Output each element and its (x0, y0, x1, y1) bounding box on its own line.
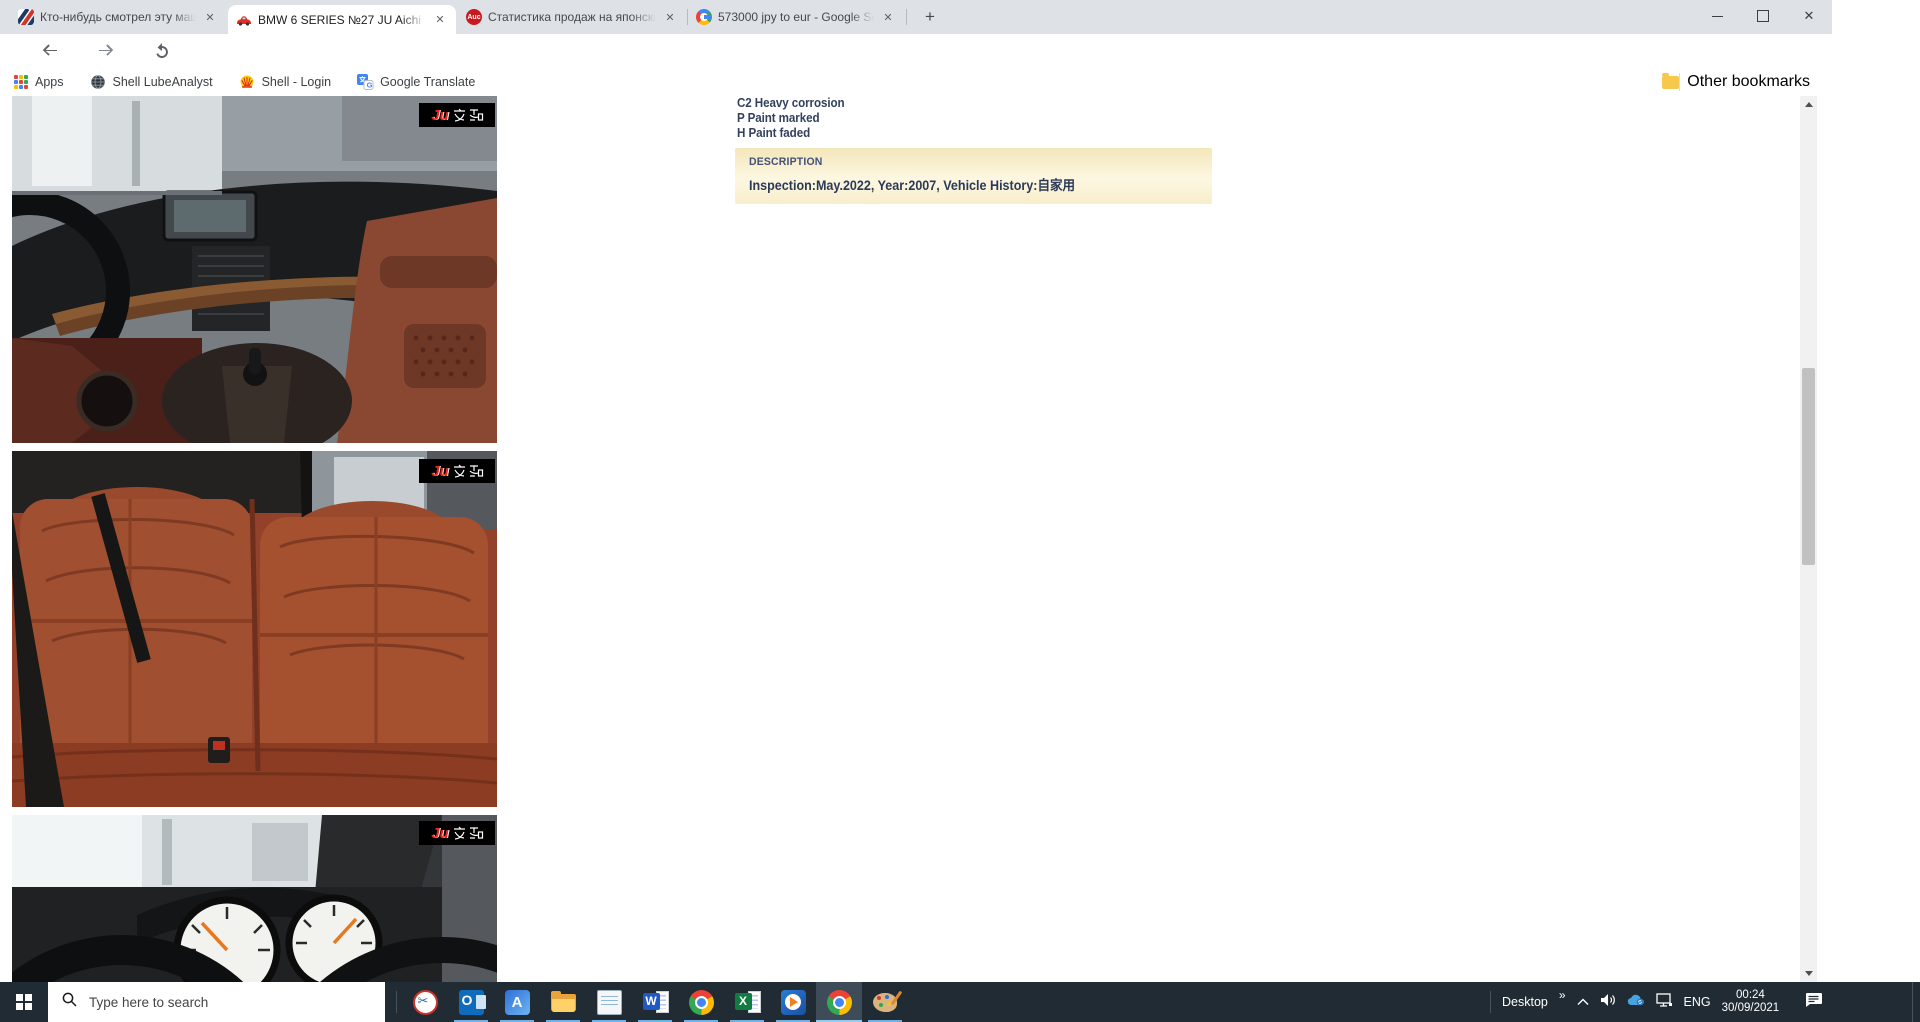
condition-line: C2 Heavy corrosion (737, 96, 845, 111)
tab-google-search[interactable]: 573000 jpy to eur - Google Search ✕ (688, 0, 904, 34)
bookmark-shell-login[interactable]: Shell - Login (239, 74, 332, 90)
back-icon[interactable] (38, 39, 62, 63)
bookmark-google-translate[interactable]: G Google Translate (357, 74, 475, 90)
network-icon[interactable] (1656, 993, 1673, 1012)
scroll-up-icon[interactable] (1800, 96, 1817, 113)
volume-icon[interactable] (1600, 993, 1616, 1012)
show-desktop-sliver[interactable] (1912, 982, 1913, 1022)
tab-strip: Кто-нибудь смотрел эту машин ✕ BMW 6 SER… (0, 0, 1832, 34)
hidden-icons-chevron-icon[interactable] (1577, 993, 1589, 1011)
auction-favicon-icon: Auc (466, 9, 482, 25)
condition-notes: C2 Heavy corrosion P Paint marked H Pain… (737, 96, 845, 141)
tab-close-icon[interactable]: ✕ (432, 12, 448, 28)
taskbar-search-input[interactable] (87, 994, 361, 1011)
description-text: Inspection:May.2022, Year:2007, Vehicle … (749, 174, 1075, 194)
reload-icon[interactable] (150, 39, 174, 63)
page-content: Ju (0, 96, 1832, 982)
tab-close-icon[interactable]: ✕ (202, 9, 218, 25)
new-tab-button[interactable]: + (918, 5, 942, 29)
car-photo-rear-seats[interactable]: Ju (12, 451, 497, 807)
taskbar-separator (396, 991, 397, 1013)
description-label: DESCRIPTION (749, 156, 823, 168)
condition-line: H Paint faded (737, 126, 845, 141)
ju-aichi-watermark: Ju (419, 459, 495, 483)
taskbar-excel-icon[interactable]: X (724, 982, 770, 1022)
language-indicator[interactable]: ENG (1684, 995, 1711, 1009)
tab-title: 573000 jpy to eur - Google Search (718, 10, 874, 24)
windows-logo-icon (16, 994, 32, 1010)
bookmark-shell-lubeanalyst[interactable]: Shell LubeAnalyst (90, 74, 213, 90)
page-scrollbar[interactable] (1800, 96, 1817, 982)
taskbar-snipping-tool-icon[interactable] (402, 982, 448, 1022)
car-photo-dashboard[interactable]: Ju (12, 96, 497, 443)
taskbar-chrome-active-icon[interactable] (816, 982, 862, 1022)
apps-grid-icon (14, 75, 28, 89)
tab-bmw-auction[interactable]: BMW 6 SERIES №27 JU Aichi ✕ (228, 5, 456, 34)
drive2-favicon-icon (18, 9, 34, 25)
taskbar-chrome-icon[interactable] (678, 982, 724, 1022)
taskbar-media-player-icon[interactable] (770, 982, 816, 1022)
toolbar-overflow-icon[interactable]: » (1559, 988, 1566, 1002)
ju-aichi-watermark: Ju (419, 821, 495, 845)
start-button[interactable] (0, 982, 48, 1022)
red-car-favicon-icon (236, 12, 252, 28)
browser-toolbar: Not secure bids.b-pro.ca/st-fo6haXk6Oede… (0, 34, 1832, 68)
taskbar-paint-icon[interactable] (862, 982, 908, 1022)
system-tray: Desktop » ENG 00:24 30/09/2021 (1490, 982, 1823, 1022)
condition-line: P Paint marked (737, 111, 845, 126)
ju-aichi-watermark: Ju (419, 103, 495, 127)
other-bookmarks-button[interactable]: Other bookmarks (1662, 73, 1810, 91)
tab-title: Кто-нибудь смотрел эту машин (40, 10, 196, 24)
window-close-button[interactable]: ✕ (1786, 0, 1832, 32)
svg-text:G: G (367, 81, 373, 90)
taskbar-search[interactable] (48, 982, 385, 1022)
clock-date: 30/09/2021 (1722, 1002, 1780, 1015)
tab-japan-sales-stats[interactable]: Auc Статистика продаж на японских ✕ (458, 0, 686, 34)
google-favicon-icon (696, 9, 712, 25)
taskbar-notepad-icon[interactable] (586, 982, 632, 1022)
tab-title: BMW 6 SERIES №27 JU Aichi (258, 13, 426, 27)
desktop-toolbar-label[interactable]: Desktop (1502, 995, 1548, 1009)
tab-separator (906, 9, 907, 25)
globe-icon (90, 74, 106, 90)
clock-time: 00:24 (1722, 989, 1780, 1002)
forward-icon[interactable] (94, 39, 118, 63)
scrollbar-thumb[interactable] (1802, 368, 1815, 565)
search-icon (62, 992, 77, 1012)
browser-window: Кто-нибудь смотрел эту машин ✕ BMW 6 SER… (0, 0, 1832, 982)
scroll-down-icon[interactable] (1800, 965, 1817, 982)
translate-bookmark-icon: G (357, 74, 373, 90)
car-photo-gauges[interactable]: Ju (12, 815, 497, 982)
window-minimize-button[interactable] (1694, 0, 1740, 32)
action-center-icon[interactable] (1804, 992, 1823, 1013)
taskbar: O A W X (0, 982, 1920, 1022)
tab-close-icon[interactable]: ✕ (880, 9, 896, 25)
taskbar-outlook-icon[interactable]: O (448, 982, 494, 1022)
tab-close-icon[interactable]: ✕ (662, 9, 678, 25)
tab-title: Статистика продаж на японских (488, 10, 656, 24)
taskbar-photo-viewer-icon[interactable]: A (494, 982, 540, 1022)
bookmarks-bar: Apps Shell LubeAnalyst Shell - Login G G… (0, 68, 1832, 97)
tray-separator (1490, 991, 1491, 1013)
tab-forum-thread[interactable]: Кто-нибудь смотрел эту машин ✕ (10, 0, 226, 34)
taskbar-file-explorer-icon[interactable] (540, 982, 586, 1022)
clock[interactable]: 00:24 30/09/2021 (1722, 989, 1780, 1015)
taskbar-word-icon[interactable]: W (632, 982, 678, 1022)
screen: Кто-нибудь смотрел эту машин ✕ BMW 6 SER… (0, 0, 1920, 1022)
description-box: DESCRIPTION Inspection:May.2022, Year:20… (735, 148, 1212, 204)
window-maximize-button[interactable] (1740, 0, 1786, 32)
shell-logo-icon (239, 74, 255, 90)
onedrive-cloud-icon[interactable] (1627, 993, 1645, 1011)
bookmark-apps[interactable]: Apps (14, 75, 64, 89)
folder-icon (1662, 76, 1679, 89)
tab-separator (687, 9, 688, 25)
